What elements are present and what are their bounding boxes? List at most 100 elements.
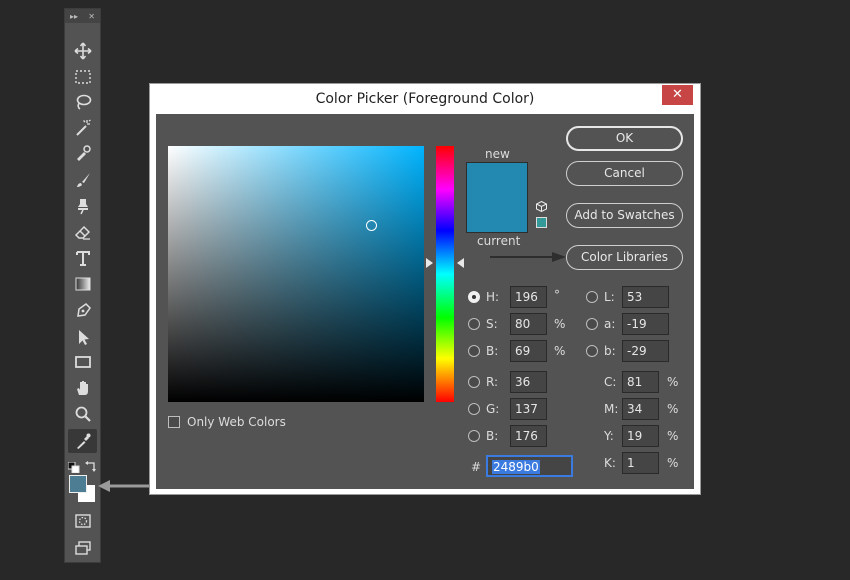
h-label: H: [486,290,500,304]
s-radio[interactable] [468,318,480,330]
hex-input[interactable]: 2489b0 [486,455,573,477]
type-icon [75,251,90,266]
s-unit: % [554,317,566,331]
zoom-tool[interactable] [65,402,100,426]
collapse-icon[interactable]: ▸▸ [70,12,78,21]
cancel-button[interactable]: Cancel [566,161,683,186]
hue-slider[interactable] [436,146,454,402]
h-radio[interactable] [468,291,480,303]
y-label: Y: [604,429,614,443]
lab-b-input[interactable]: -29 [622,340,669,362]
brush-icon [76,173,90,187]
swap-colors-icon[interactable] [85,457,97,472]
new-label: new [485,147,510,161]
tools-panel: ▸▸ ✕ [64,8,101,563]
new-color-swatch [467,163,527,201]
m-label: M: [604,402,619,416]
lab-b-label: b: [604,344,616,358]
tools-panel-header: ▸▸ ✕ [65,9,100,23]
annotation-arrow-icon [98,480,154,492]
lab-l-label: L: [604,290,615,304]
magnifier-icon [75,406,91,422]
r-label: R: [486,375,499,389]
lab-l-input[interactable]: 53 [622,286,669,308]
magic-wand-icon [75,119,91,136]
hex-value: 2489b0 [492,460,540,474]
color-libraries-button[interactable]: Color Libraries [566,245,683,270]
close-button[interactable]: ✕ [662,85,693,105]
rectangle-icon [74,356,91,368]
marquee-tool[interactable] [65,65,100,89]
spot-healing-icon [76,145,91,161]
r-radio[interactable] [468,376,480,388]
gradient-tool[interactable] [65,272,100,296]
blue-input[interactable]: 176 [510,425,547,447]
eyedropper-tool[interactable] [65,141,100,165]
hue-slider-right-arrow-icon[interactable] [457,258,464,268]
out-of-gamut-cube-icon[interactable] [536,201,547,212]
color-field[interactable] [168,146,424,402]
foreground-color-swatch[interactable] [69,475,87,493]
type-tool[interactable] [65,246,100,270]
current-color-swatch[interactable] [467,201,527,232]
lab-l-radio[interactable] [586,291,598,303]
screen-mode-tool[interactable] [65,536,100,560]
move-tool[interactable] [65,39,100,63]
path-selection-tool[interactable] [65,325,100,349]
k-input[interactable]: 1 [622,452,659,474]
lab-a-label: a: [604,317,616,331]
k-label: K: [604,456,616,470]
quick-mask-tool[interactable] [65,509,100,533]
stamp-icon [77,199,88,215]
b-input[interactable]: 69 [510,340,547,362]
s-label: S: [486,317,498,331]
c-label: C: [604,375,617,389]
r-input[interactable]: 36 [510,371,547,393]
dialog-body: new current OK Cancel Add to Swatches Co… [156,114,694,489]
hand-tool[interactable] [65,376,100,400]
lab-b-radio[interactable] [586,345,598,357]
marquee-icon [74,70,91,84]
c-unit: % [667,375,679,389]
quick-selection-tool[interactable] [65,116,100,140]
annotation-arrow-right-icon [490,252,566,262]
b-label: B: [486,344,499,358]
panel-close-icon[interactable]: ✕ [88,12,95,21]
default-colors-icon[interactable] [67,458,80,474]
color-field-cursor[interactable] [366,220,377,231]
hex-label: # [471,460,482,474]
lab-a-radio[interactable] [586,318,598,330]
m-input[interactable]: 34 [622,398,659,420]
quick-mask-icon [74,514,91,528]
h-input[interactable]: 196 [510,286,547,308]
g-input[interactable]: 137 [510,398,547,420]
pen-tool[interactable] [65,299,100,323]
y-input[interactable]: 19 [622,425,659,447]
only-web-colors-checkbox[interactable] [168,416,180,428]
ok-button[interactable]: OK [566,126,683,151]
blue-radio[interactable] [468,430,480,442]
y-unit: % [667,429,679,443]
color-sampler-tool[interactable] [68,429,97,453]
blue-label: B: [486,429,499,443]
move-icon [73,42,92,60]
s-input[interactable]: 80 [510,313,547,335]
lab-a-input[interactable]: -19 [622,313,669,335]
dialog-titlebar: Color Picker (Foreground Color) ✕ [150,84,700,114]
lasso-tool[interactable] [65,90,100,114]
g-radio[interactable] [468,403,480,415]
hue-slider-left-arrow-icon[interactable] [426,258,433,268]
clone-stamp-tool[interactable] [65,194,100,218]
brush-tool[interactable] [65,168,100,192]
add-to-swatches-button[interactable]: Add to Swatches [566,203,683,228]
m-unit: % [667,402,679,416]
rectangle-tool[interactable] [65,350,100,374]
pen-icon [76,303,91,317]
eraser-icon [74,225,90,240]
eraser-tool[interactable] [65,220,100,244]
web-safe-color-swatch[interactable] [536,217,547,228]
b-radio[interactable] [468,345,480,357]
only-web-colors-label: Only Web Colors [187,415,286,429]
c-input[interactable]: 81 [622,371,659,393]
hand-icon [76,381,88,395]
